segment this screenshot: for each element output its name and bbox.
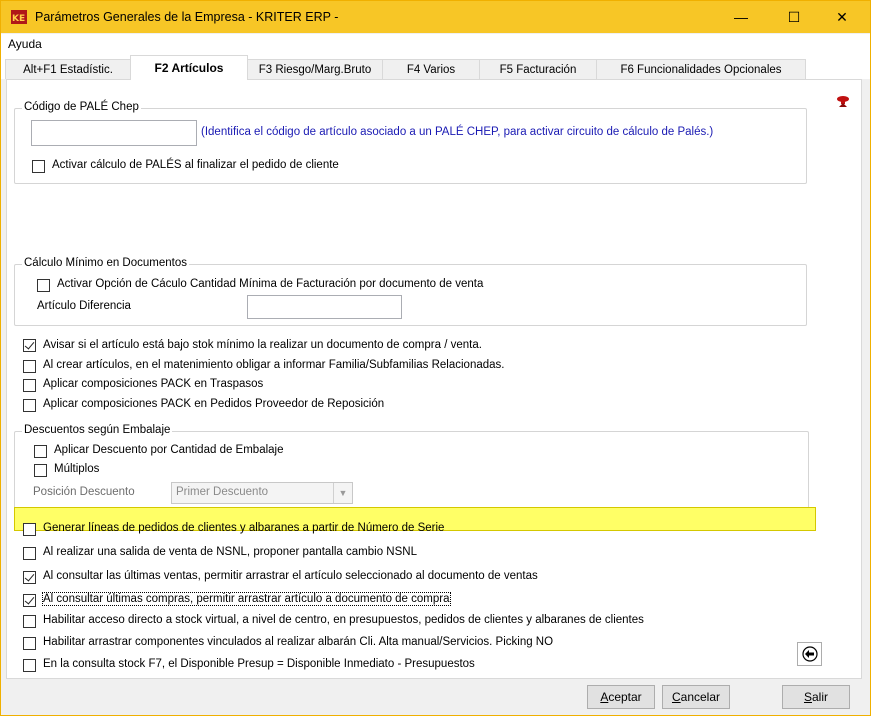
ultimas-compras-label: Al consultar últimas compras, permitir a…: [42, 592, 451, 606]
pale-hint-text: (Identifica el código de artículo asocia…: [201, 126, 714, 138]
title-bar: KE Parámetros Generales de la Empresa - …: [1, 1, 870, 33]
ultimas-compras-checkbox[interactable]: [23, 594, 36, 607]
tab-riesgo[interactable]: F3 Riesgo/Marg.Bruto: [247, 59, 383, 79]
familia-label: Al crear artículos, en el matenimiento o…: [43, 359, 505, 371]
ultimas-ventas-checkbox[interactable]: [23, 571, 36, 584]
posicion-descuento-label: Posición Descuento: [33, 486, 135, 498]
minimo-groupbox: Cálculo Mínimo en Documentos: [14, 257, 807, 326]
pack-traspasos-checkbox[interactable]: [23, 379, 36, 392]
close-button[interactable]: ✕: [819, 1, 865, 33]
componentes-checkbox[interactable]: [23, 637, 36, 650]
minimize-button[interactable]: —: [718, 1, 764, 33]
pale-code-field[interactable]: [31, 120, 197, 146]
consulta-stock-label: En la consulta stock F7, el Disponible P…: [43, 658, 475, 670]
pack-pedidos-checkbox[interactable]: [23, 399, 36, 412]
posicion-descuento-select[interactable]: Primer Descuento ▼: [171, 482, 353, 504]
multiplos-label: Múltiplos: [54, 463, 100, 475]
articulo-diferencia-field[interactable]: [247, 295, 402, 319]
pale-activate-label: Activar cálculo de PALÉS al finalizar el…: [52, 159, 339, 171]
embalaje-apply-label: Aplicar Descuento por Cantidad de Embala…: [54, 444, 284, 456]
accept-label: ceptar: [608, 690, 642, 704]
nsnl-checkbox[interactable]: [23, 547, 36, 560]
minimo-activate-label: Activar Opción de Cáculo Cantidad Mínima…: [57, 278, 484, 290]
menu-bar: Ayuda: [1, 34, 870, 54]
maximize-button[interactable]: ☐: [771, 1, 817, 33]
tab-funcionalidades[interactable]: F6 Funcionalidades Opcionales: [596, 59, 806, 79]
tab-facturacion[interactable]: F5 Facturación: [479, 59, 597, 79]
kriter-app-icon: KE: [11, 10, 27, 24]
app-window: KE Parámetros Generales de la Empresa - …: [0, 0, 871, 716]
back-button[interactable]: [797, 642, 822, 666]
multiplos-checkbox[interactable]: [34, 464, 47, 477]
tab-strip: Alt+F1 Estadístic. F2 Artículos F3 Riesg…: [1, 54, 870, 80]
exit-button[interactable]: Salir: [782, 685, 850, 709]
ultimas-ventas-label: Al consultar las últimas ventas, permiti…: [43, 570, 538, 582]
componentes-label: Habilitar arrastrar componentes vinculad…: [43, 636, 554, 648]
cancel-mnemonic: C: [671, 690, 681, 704]
consulta-stock-checkbox[interactable]: [23, 659, 36, 672]
menu-help[interactable]: Ayuda: [8, 37, 42, 51]
tab-varios[interactable]: F4 Varios: [382, 59, 480, 79]
stock-virtual-checkbox[interactable]: [23, 615, 36, 628]
posicion-descuento-value: Primer Descuento: [176, 486, 269, 498]
tab-articulos[interactable]: F2 Artículos: [130, 55, 248, 80]
cancel-label: ancelar: [680, 690, 721, 704]
minimo-activate-checkbox[interactable]: [37, 279, 50, 292]
stock-virtual-label: Habilitar acceso directo a stock virtual…: [43, 614, 644, 626]
embalaje-apply-checkbox[interactable]: [34, 445, 47, 458]
accept-mnemonic: A: [600, 690, 609, 704]
pack-traspasos-label: Aplicar composiciones PACK en Traspasos: [43, 378, 264, 390]
embalaje-groupbox: Descuentos según Embalaje: [14, 424, 809, 511]
accept-button[interactable]: Aceptar: [587, 685, 655, 709]
pack-pedidos-label: Aplicar composiciones PACK en Pedidos Pr…: [43, 398, 385, 410]
tab-estadisticas[interactable]: Alt+F1 Estadístic.: [5, 59, 131, 79]
minimo-group-title: Cálculo Mínimo en Documentos: [22, 257, 189, 269]
stock-minimo-label: Avisar si el artículo está bajo stok mín…: [43, 339, 482, 351]
familia-checkbox[interactable]: [23, 360, 36, 373]
arrow-left-icon: [801, 646, 818, 662]
help-icon[interactable]: [835, 94, 851, 110]
embalaje-group-title: Descuentos según Embalaje: [22, 424, 173, 436]
nsnl-label: Al realizar una salida de venta de NSNL,…: [43, 546, 417, 558]
pale-activate-checkbox[interactable]: [32, 160, 45, 173]
numero-serie-label: Generar líneas de pedidos de clientes y …: [43, 522, 445, 534]
cancel-button[interactable]: Cancelar: [662, 685, 730, 709]
chevron-down-icon: ▼: [333, 483, 352, 503]
articulo-diferencia-label: Artículo Diferencia: [37, 300, 131, 312]
svg-text:KE: KE: [12, 14, 25, 24]
exit-mnemonic: S: [803, 690, 812, 704]
numero-serie-checkbox[interactable]: [23, 523, 36, 536]
window-title: Parámetros Generales de la Empresa - KRI…: [35, 10, 339, 24]
exit-label: alir: [812, 690, 829, 704]
stock-minimo-checkbox[interactable]: [23, 339, 36, 352]
pale-group-title: Código de PALÉ Chep: [22, 101, 141, 113]
